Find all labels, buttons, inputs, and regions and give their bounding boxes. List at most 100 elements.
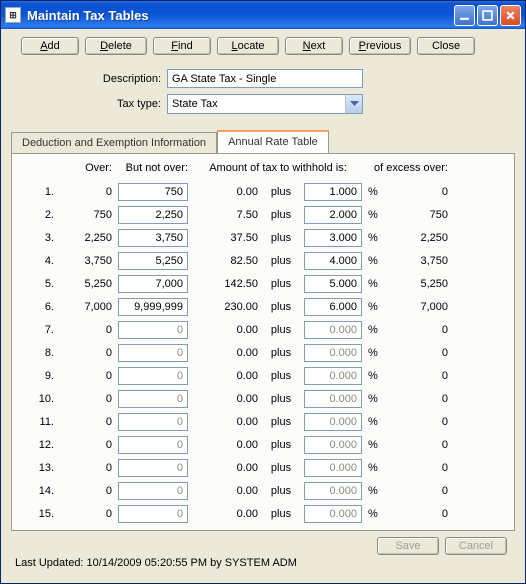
plus-label: plus xyxy=(264,232,298,244)
toolbar: Add Delete Find Locate Next Previous Clo… xyxy=(11,37,515,55)
rate-input[interactable] xyxy=(304,390,362,408)
plus-label: plus xyxy=(264,508,298,520)
amount-value: 230.00 xyxy=(194,301,258,313)
amount-value: 7.50 xyxy=(194,209,258,221)
rate-input[interactable] xyxy=(304,252,362,270)
table-row: 14.00.00plus%0 xyxy=(30,479,496,502)
footer-buttons: Save Cancel xyxy=(11,537,515,555)
amount-value: 0.00 xyxy=(194,393,258,405)
window-controls xyxy=(454,5,521,26)
cancel-button[interactable]: Cancel xyxy=(445,537,507,555)
but-not-over-input[interactable] xyxy=(118,344,188,362)
but-not-over-input[interactable] xyxy=(118,459,188,477)
percent-label: % xyxy=(368,301,382,313)
but-not-over-input[interactable] xyxy=(118,252,188,270)
add-button[interactable]: Add xyxy=(21,37,79,55)
find-button[interactable]: Find xyxy=(153,37,211,55)
but-not-over-input[interactable] xyxy=(118,206,188,224)
percent-label: % xyxy=(368,370,382,382)
amount-value: 0.00 xyxy=(194,508,258,520)
description-input[interactable] xyxy=(167,69,363,88)
rate-input[interactable] xyxy=(304,229,362,247)
grid-body: 1.00.00plus%02.7507.50plus%7503.2,25037.… xyxy=(20,180,506,525)
over-value: 0 xyxy=(62,393,112,405)
but-not-over-input[interactable] xyxy=(118,321,188,339)
amount-value: 0.00 xyxy=(194,324,258,336)
rate-input[interactable] xyxy=(304,459,362,477)
row-index: 8. xyxy=(30,347,56,359)
table-row: 3.2,25037.50plus%2,250 xyxy=(30,226,496,249)
but-not-over-input[interactable] xyxy=(118,229,188,247)
window-title: Maintain Tax Tables xyxy=(27,8,454,23)
rate-input[interactable] xyxy=(304,505,362,523)
but-not-over-input[interactable] xyxy=(118,505,188,523)
but-not-over-input[interactable] xyxy=(118,275,188,293)
rate-input[interactable] xyxy=(304,413,362,431)
over-value: 0 xyxy=(62,485,112,497)
amount-value: 82.50 xyxy=(194,255,258,267)
row-index: 4. xyxy=(30,255,56,267)
table-row: 2.7507.50plus%750 xyxy=(30,203,496,226)
table-row: 6.7,000230.00plus%7,000 xyxy=(30,295,496,318)
but-not-over-input[interactable] xyxy=(118,183,188,201)
plus-label: plus xyxy=(264,209,298,221)
table-row: 1.00.00plus%0 xyxy=(30,180,496,203)
status-line: Last Updated: 10/14/2009 05:20:55 PM by … xyxy=(11,555,515,573)
table-row: 13.00.00plus%0 xyxy=(30,456,496,479)
taxtype-select[interactable]: State Tax xyxy=(167,94,363,114)
row-index: 11. xyxy=(30,416,56,428)
minimize-button[interactable] xyxy=(454,5,475,26)
rate-input[interactable] xyxy=(304,321,362,339)
percent-label: % xyxy=(368,508,382,520)
close-button[interactable]: Close xyxy=(417,37,475,55)
taxtype-row: Tax type: State Tax xyxy=(11,94,515,114)
amount-value: 0.00 xyxy=(194,485,258,497)
but-not-over-input[interactable] xyxy=(118,298,188,316)
but-not-over-input[interactable] xyxy=(118,436,188,454)
plus-label: plus xyxy=(264,324,298,336)
over-value: 3,750 xyxy=(62,255,112,267)
next-button[interactable]: Next xyxy=(285,37,343,55)
save-button[interactable]: Save xyxy=(377,537,439,555)
row-index: 12. xyxy=(30,439,56,451)
percent-label: % xyxy=(368,393,382,405)
rate-input[interactable] xyxy=(304,367,362,385)
description-row: Description: xyxy=(11,69,515,88)
over-value: 750 xyxy=(62,209,112,221)
amount-value: 0.00 xyxy=(194,439,258,451)
plus-label: plus xyxy=(264,393,298,405)
locate-button[interactable]: Locate xyxy=(217,37,279,55)
row-index: 7. xyxy=(30,324,56,336)
percent-label: % xyxy=(368,209,382,221)
percent-label: % xyxy=(368,255,382,267)
percent-label: % xyxy=(368,324,382,336)
rate-input[interactable] xyxy=(304,482,362,500)
rate-input[interactable] xyxy=(304,206,362,224)
amount-value: 0.00 xyxy=(194,370,258,382)
table-row: 10.00.00plus%0 xyxy=(30,387,496,410)
percent-label: % xyxy=(368,485,382,497)
previous-button[interactable]: Previous xyxy=(349,37,411,55)
maximize-button[interactable] xyxy=(477,5,498,26)
rate-input[interactable] xyxy=(304,436,362,454)
excess-value: 0 xyxy=(388,462,448,474)
tab-deduction[interactable]: Deduction and Exemption Information xyxy=(11,132,217,154)
but-not-over-input[interactable] xyxy=(118,367,188,385)
taxtype-label: Tax type: xyxy=(11,98,167,110)
excess-value: 0 xyxy=(388,324,448,336)
plus-label: plus xyxy=(264,347,298,359)
close-window-button[interactable] xyxy=(500,5,521,26)
but-not-over-input[interactable] xyxy=(118,390,188,408)
delete-button[interactable]: Delete xyxy=(85,37,147,55)
over-value: 2,250 xyxy=(62,232,112,244)
percent-label: % xyxy=(368,232,382,244)
rate-input[interactable] xyxy=(304,344,362,362)
but-not-over-input[interactable] xyxy=(118,482,188,500)
rate-input[interactable] xyxy=(304,298,362,316)
but-not-over-input[interactable] xyxy=(118,413,188,431)
tab-annual-rate[interactable]: Annual Rate Table xyxy=(217,130,329,153)
over-value: 0 xyxy=(62,324,112,336)
rate-input[interactable] xyxy=(304,183,362,201)
row-index: 2. xyxy=(30,209,56,221)
rate-input[interactable] xyxy=(304,275,362,293)
